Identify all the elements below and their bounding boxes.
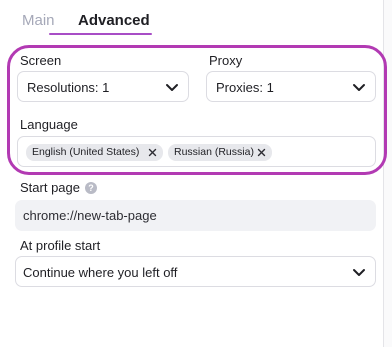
start-page-label: Start page [20, 180, 80, 195]
chevron-down-icon [353, 269, 365, 276]
highlight-ring [7, 45, 387, 175]
tab-advanced[interactable]: Advanced [78, 12, 150, 29]
profile-start-select[interactable]: Continue where you left off [15, 256, 376, 287]
active-tab-indicator [49, 33, 152, 35]
start-page-input[interactable]: chrome://new-tab-page [15, 200, 376, 231]
start-page-value: chrome://new-tab-page [23, 208, 157, 223]
help-icon[interactable]: ? [85, 182, 97, 194]
tab-main[interactable]: Main [22, 12, 55, 29]
profile-start-label: At profile start [20, 238, 101, 253]
profile-start-value: Continue where you left off [23, 265, 178, 280]
panel-edge [383, 0, 392, 347]
